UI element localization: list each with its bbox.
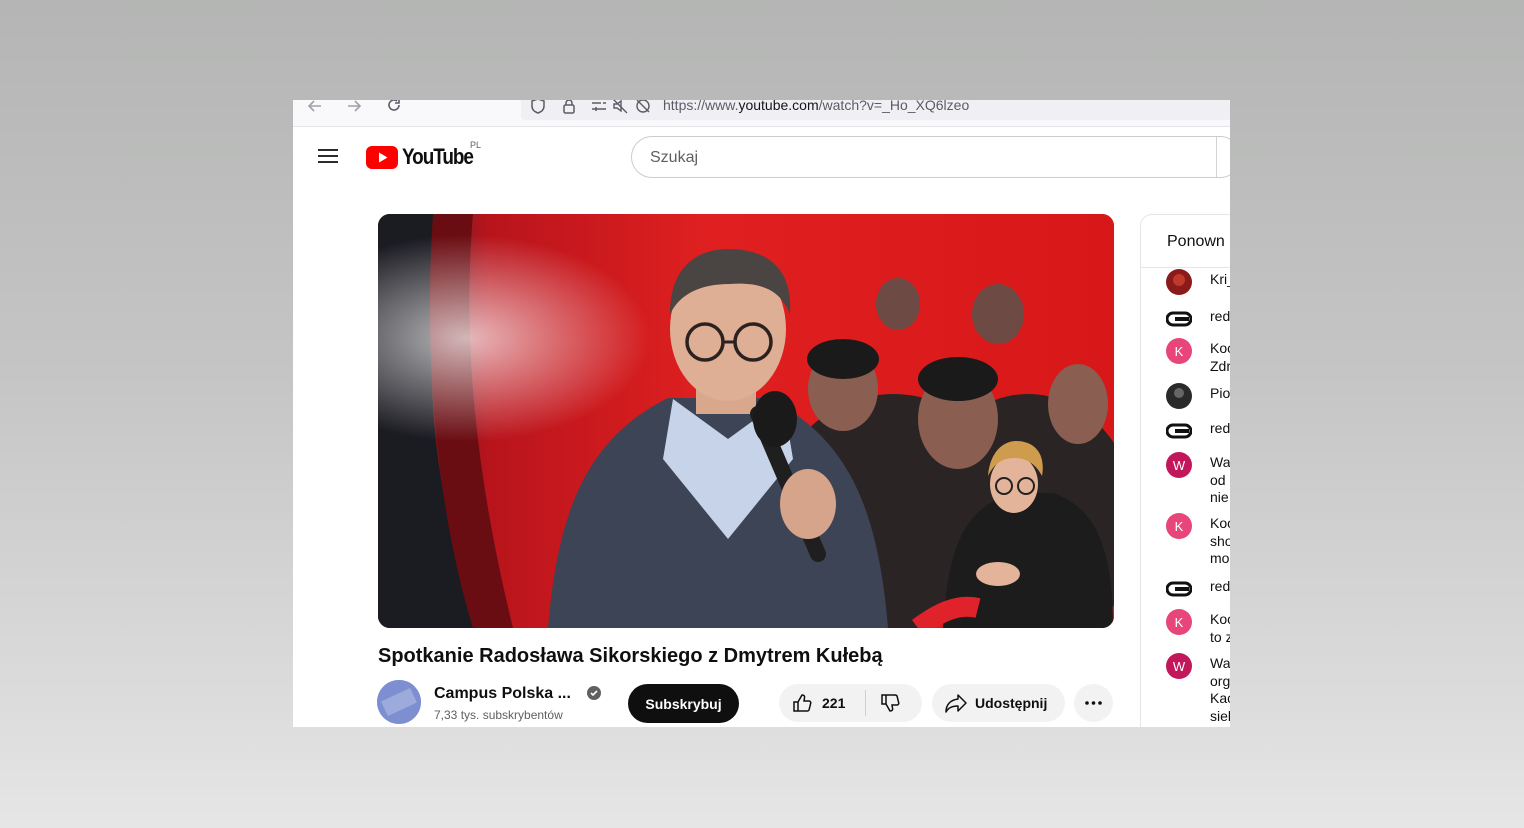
chat-message-text: red (1210, 420, 1230, 436)
logo-text: YouTube (402, 144, 474, 169)
permissions-icon[interactable] (590, 100, 608, 115)
search-input[interactable]: Szukaj (631, 136, 1230, 178)
user-avatar-icon (1166, 581, 1192, 597)
browser-toolbar: https://www.youtube.com/watch?v=_Ho_XQ6l… (293, 100, 1230, 127)
verified-badge-icon (587, 686, 601, 700)
chat-message-text: Kri_ (1210, 271, 1230, 287)
url-text[interactable]: https://www.youtube.com/watch?v=_Ho_XQ6l… (663, 100, 969, 113)
chat-avatar[interactable] (1166, 576, 1192, 602)
like-divider (865, 690, 866, 716)
campus-polska-logo-icon (377, 680, 421, 724)
subscribe-button[interactable]: Subskrybuj (628, 684, 739, 723)
chat-avatar[interactable]: K (1166, 338, 1192, 364)
more-actions-button[interactable] (1074, 684, 1113, 722)
search-placeholder: Szukaj (650, 149, 699, 166)
reload-icon[interactable] (384, 100, 404, 116)
search-divider (1216, 137, 1217, 177)
chat-message-text: red (1210, 308, 1230, 324)
chat-message-text: Kocto z (1210, 611, 1230, 645)
lock-icon[interactable] (560, 100, 578, 115)
like-dislike-group: 221 (779, 684, 922, 722)
chat-avatar[interactable]: K (1166, 513, 1192, 539)
chat-avatar[interactable]: K (1166, 609, 1192, 635)
like-button[interactable] (791, 692, 813, 714)
channel-avatar[interactable] (377, 680, 421, 724)
chat-message-text: red (1210, 578, 1230, 594)
video-title: Spotkanie Radosława Sikorskiego z Dmytre… (378, 645, 883, 667)
chat-avatar[interactable] (1166, 269, 1192, 295)
video-frame (378, 214, 1114, 628)
muted-speaker-icon[interactable] (611, 100, 629, 115)
forward-arrow-icon[interactable] (344, 100, 364, 116)
chat-separator (1141, 267, 1230, 268)
country-code: PL (470, 140, 482, 150)
hamburger-menu-icon[interactable] (317, 147, 339, 165)
camera-blocked-icon[interactable] (634, 100, 652, 115)
chat-message-text: Wa od nie (1210, 454, 1230, 505)
video-player[interactable] (378, 214, 1114, 628)
chat-avatar[interactable]: W (1166, 653, 1192, 679)
user-avatar-icon (1166, 423, 1192, 439)
user-avatar-icon (1166, 383, 1192, 409)
chat-title[interactable]: Ponown (1167, 233, 1225, 251)
more-dots-icon (1085, 701, 1102, 705)
share-button[interactable]: Udostępnij (932, 684, 1065, 722)
chat-message-text: WaorgKacsiel (1210, 655, 1230, 724)
share-arrow-icon (945, 694, 967, 713)
chat-avatar[interactable] (1166, 306, 1192, 332)
youtube-play-icon (366, 145, 398, 169)
user-avatar-icon (1166, 269, 1192, 295)
chat-message-text: KocZdr (1210, 340, 1230, 374)
chat-avatar[interactable]: W (1166, 452, 1192, 478)
subscriber-count: 7,33 tys. subskrybentów (434, 708, 563, 722)
share-label: Udostępnij (975, 695, 1048, 711)
youtube-logo[interactable]: YouTube (366, 144, 484, 170)
shield-icon[interactable] (529, 100, 547, 115)
chat-message-text: Kocshomo (1210, 515, 1230, 566)
user-avatar-icon (1166, 311, 1192, 327)
like-count: 221 (822, 695, 846, 711)
chat-avatar[interactable] (1166, 418, 1192, 444)
browser-window: https://www.youtube.com/watch?v=_Ho_XQ6l… (293, 100, 1230, 727)
dislike-button[interactable] (879, 692, 901, 714)
chat-message-text: Pio (1210, 385, 1230, 401)
chat-avatar[interactable] (1166, 383, 1192, 409)
back-arrow-icon[interactable] (305, 100, 325, 116)
channel-name[interactable]: Campus Polska ... (434, 685, 571, 703)
